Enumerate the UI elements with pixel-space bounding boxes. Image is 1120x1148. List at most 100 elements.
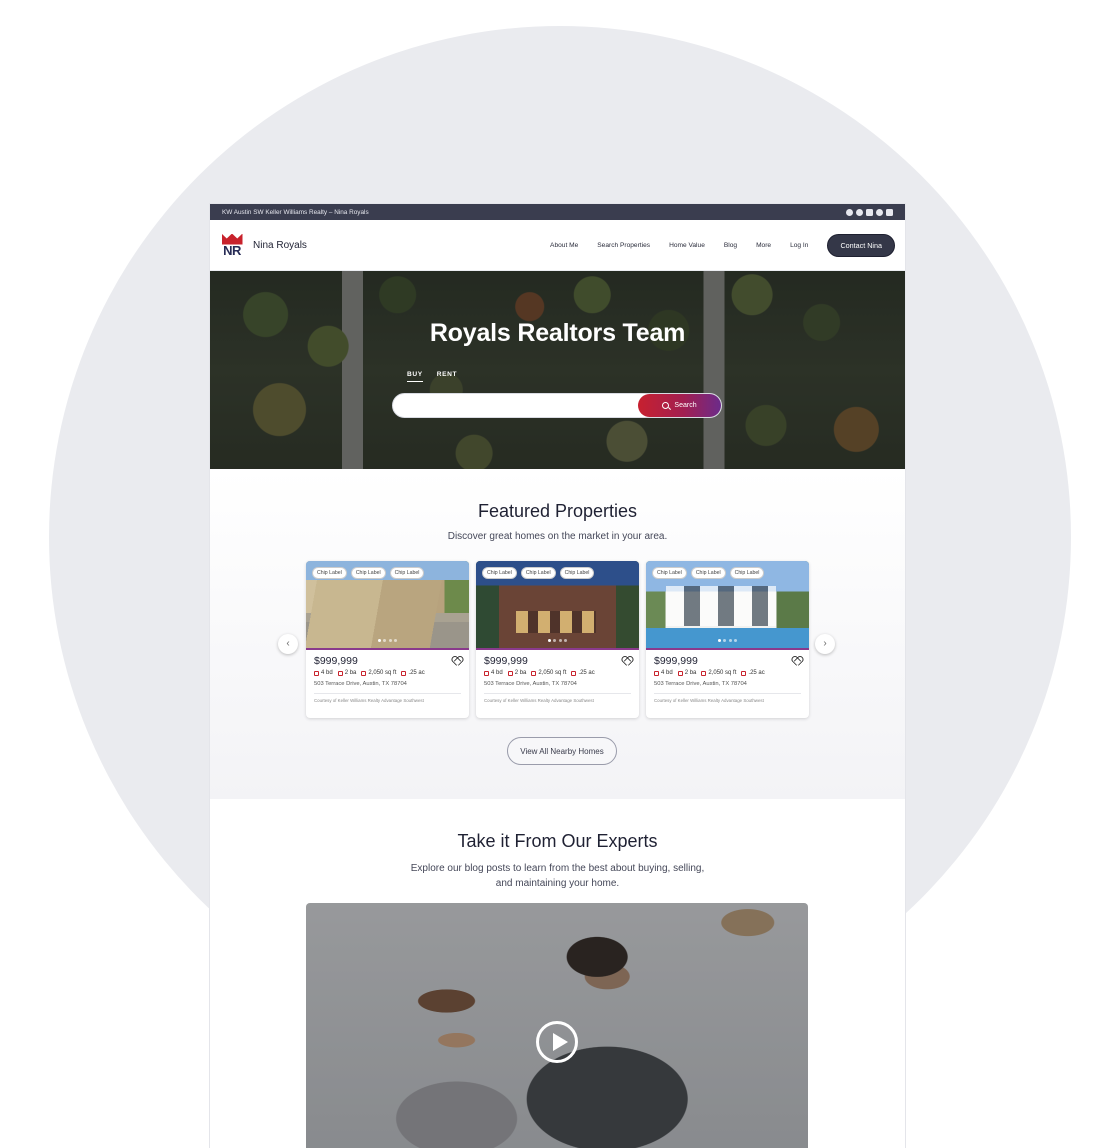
bath-icon	[337, 670, 343, 676]
search-icon	[662, 402, 670, 409]
hero-title: Royals Realtors Team	[429, 319, 686, 347]
lot-size: .25 ac	[578, 670, 595, 676]
search-bar: Search	[392, 393, 722, 418]
heart-icon[interactable]	[452, 657, 461, 665]
logo-text: NR	[223, 242, 241, 258]
chip: Chip Label	[520, 567, 556, 579]
view-all-nearby-homes-button[interactable]: View All Nearby Homes	[507, 737, 617, 765]
property-address: 503 Terrace Drive, Austin, TX 78704	[484, 681, 577, 687]
beds: 4 bd	[491, 670, 503, 676]
property-carousel: Chip Label Chip Label Chip Label $999,99…	[306, 561, 809, 718]
featured-title: Featured Properties	[477, 501, 638, 521]
hero-banner: Royals Realtors Team BUY RENT Search	[210, 271, 905, 469]
chip: Chip Label	[350, 567, 386, 579]
bath-icon	[677, 670, 683, 676]
property-card[interactable]: Chip Label Chip Label Chip Label $999,99…	[306, 561, 469, 718]
bed-icon	[654, 670, 659, 676]
property-price: $999,999	[484, 655, 528, 667]
chip: Chip Label	[559, 567, 595, 579]
chip: Chip Label	[482, 567, 517, 579]
property-photo[interactable]: Chip Label Chip Label Chip Label	[646, 561, 809, 650]
social-links	[846, 208, 893, 216]
lot-size: .25 ac	[748, 670, 765, 676]
blog-video[interactable]	[306, 903, 808, 1148]
nav-blog[interactable]: Blog	[724, 242, 737, 249]
instagram-icon[interactable]	[856, 208, 863, 216]
photo-dots[interactable]	[306, 639, 469, 642]
nav-links: About Me Search Properties Home Value Bl…	[550, 242, 808, 249]
beds: 4 bd	[661, 670, 673, 676]
listing-courtesy: Courtesy of Keller Williams Realty Advan…	[484, 698, 594, 703]
top-utility-bar: KW Austin SW Keller Williams Realty – Ni…	[210, 204, 905, 220]
website-page: KW Austin SW Keller Williams Realty – Ni…	[210, 204, 905, 1148]
heart-icon[interactable]	[792, 657, 801, 665]
bed-icon	[484, 670, 489, 676]
search-tabs: BUY RENT	[407, 371, 457, 382]
bath-icon	[507, 670, 513, 676]
property-photo[interactable]: Chip Label Chip Label Chip Label	[476, 561, 639, 650]
lot-icon	[401, 670, 407, 676]
lot-size: .25 ac	[408, 670, 425, 676]
twitter-icon[interactable]	[876, 208, 883, 216]
nav-search-properties[interactable]: Search Properties	[597, 242, 650, 249]
facebook-icon[interactable]	[846, 208, 853, 216]
nav-log-in[interactable]: Log In	[790, 242, 808, 249]
linkedin-icon[interactable]	[866, 208, 873, 216]
nav-more[interactable]: More	[756, 242, 771, 249]
carousel-next-button[interactable]: ›	[815, 634, 835, 654]
lot-icon	[571, 670, 577, 676]
experts-subtitle-line2: and maintaining your home.	[495, 878, 620, 889]
office-text: KW Austin SW Keller Williams Realty – Ni…	[222, 208, 369, 216]
property-address: 503 Terrace Drive, Austin, TX 78704	[654, 681, 747, 687]
baths: 2 ba	[344, 670, 357, 676]
nav-about-me[interactable]: About Me	[550, 242, 578, 249]
sqft-icon	[531, 670, 537, 676]
contact-button[interactable]: Contact Nina	[827, 233, 895, 257]
site-logo[interactable]: NR	[220, 233, 244, 258]
tab-buy[interactable]: BUY	[407, 371, 423, 382]
brand-name[interactable]: Nina Royals	[253, 240, 307, 251]
tab-rent[interactable]: RENT	[437, 371, 457, 382]
play-icon[interactable]	[536, 1021, 578, 1063]
property-photo[interactable]: Chip Label Chip Label Chip Label	[306, 561, 469, 650]
featured-subtitle: Discover great homes on the market in yo…	[447, 531, 668, 542]
featured-properties-section: Featured Properties Discover great homes…	[210, 469, 905, 799]
experts-title: Take it From Our Experts	[457, 831, 658, 851]
sqft: 2,050 sq ft	[708, 670, 737, 676]
experts-section: Take it From Our Experts Explore our blo…	[210, 799, 905, 1148]
search-button-label: Search	[674, 402, 697, 409]
lot-icon	[741, 670, 747, 676]
chip: Chip Label	[312, 567, 347, 579]
nav-home-value[interactable]: Home Value	[669, 242, 705, 249]
sqft-icon	[361, 670, 367, 676]
property-price: $999,999	[314, 655, 358, 667]
search-input[interactable]	[393, 394, 638, 417]
baths: 2 ba	[514, 670, 527, 676]
bed-icon	[314, 670, 319, 676]
carousel-prev-button[interactable]: ‹	[278, 634, 298, 654]
property-card[interactable]: Chip Label Chip Label Chip Label $999,99…	[476, 561, 639, 718]
baths: 2 ba	[684, 670, 697, 676]
youtube-icon[interactable]	[886, 208, 893, 216]
listing-courtesy: Courtesy of Keller Williams Realty Advan…	[654, 698, 764, 703]
property-card[interactable]: Chip Label Chip Label Chip Label $999,99…	[646, 561, 809, 718]
chip: Chip Label	[690, 567, 726, 579]
chip: Chip Label	[652, 567, 687, 579]
photo-dots[interactable]	[476, 639, 639, 642]
experts-subtitle-line1: Explore our blog posts to learn from the…	[410, 863, 705, 874]
property-price: $999,999	[654, 655, 698, 667]
listing-courtesy: Courtesy of Keller Williams Realty Advan…	[314, 698, 424, 703]
search-button[interactable]: Search	[638, 394, 721, 417]
chip: Chip Label	[389, 567, 425, 579]
heart-icon[interactable]	[622, 657, 631, 665]
chip: Chip Label	[729, 567, 765, 579]
sqft: 2,050 sq ft	[368, 670, 397, 676]
sqft-icon	[701, 670, 707, 676]
photo-dots[interactable]	[646, 639, 809, 642]
beds: 4 bd	[321, 670, 333, 676]
property-address: 503 Terrace Drive, Austin, TX 78704	[314, 681, 407, 687]
main-nav: NR Nina Royals About Me Search Propertie…	[210, 220, 905, 271]
crown-icon	[221, 233, 243, 245]
sqft: 2,050 sq ft	[538, 670, 567, 676]
experts-subtitle: Explore our blog posts to learn from the…	[210, 861, 905, 891]
